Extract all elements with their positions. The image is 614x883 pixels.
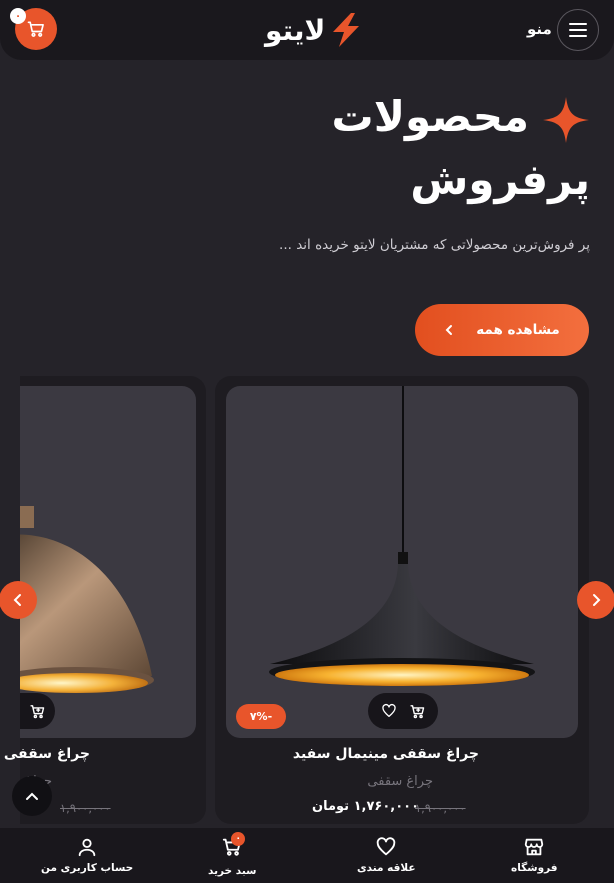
- chevron-right-icon: [593, 594, 601, 606]
- product-old-price: ۱,۹۰۰,۰۰۰: [60, 801, 111, 815]
- store-icon: [525, 838, 544, 856]
- dome-lamp-image: [20, 506, 154, 693]
- cart-icon-wrap: ۰: [221, 832, 246, 861]
- user-icon: [78, 838, 96, 857]
- heart-icon: [377, 837, 396, 856]
- view-all-button[interactable]: مشاهده همه: [415, 304, 589, 356]
- menu-button[interactable]: [557, 9, 599, 51]
- chevron-left-icon: [445, 325, 453, 335]
- chevron-up-icon: [26, 792, 38, 800]
- product-image[interactable]: [226, 386, 578, 738]
- section-title-line1: محصولات: [331, 92, 529, 141]
- cart-count-badge: ۰: [10, 8, 26, 24]
- nav-item-label: سبد خرید: [208, 865, 257, 877]
- sparkle-icon: [543, 97, 589, 143]
- carousel-prev-button[interactable]: [0, 581, 37, 619]
- product-category: چراغ سقفی: [367, 774, 433, 789]
- add-to-cart-icon[interactable]: [409, 703, 426, 720]
- cart-icon: [27, 21, 44, 37]
- nav-item-label: حساب کاربری من: [41, 862, 134, 874]
- add-to-cart-icon[interactable]: [29, 703, 46, 720]
- product-image[interactable]: [20, 386, 196, 738]
- section-subtitle: پر فروش‌ترین محصولاتی که مشتریان لایتو خ…: [279, 237, 590, 253]
- section-title-line2: پرفروش: [410, 155, 590, 204]
- discount-badge: ۷%-: [236, 704, 286, 729]
- product-price: ۱,۷۶۰,۰۰۰ تومان: [312, 799, 420, 814]
- nav-item-account[interactable]: حساب کاربری من: [41, 836, 133, 874]
- nav-item-label: فروشگاه: [511, 862, 558, 874]
- menu-label[interactable]: منو: [527, 20, 552, 38]
- product-actions: [368, 693, 438, 729]
- nav-item-wishlist[interactable]: علاقه مندی: [357, 836, 416, 874]
- hamburger-icon: [569, 23, 587, 37]
- product-actions: [20, 693, 55, 729]
- logo[interactable]: لایتو: [265, 10, 363, 50]
- nav-item-shop[interactable]: فروشگاه: [511, 836, 558, 874]
- logo-text: لایتو: [265, 13, 326, 47]
- pendant-lamp-image: [269, 386, 535, 686]
- view-all-label: مشاهده همه: [476, 322, 560, 338]
- product-name[interactable]: چراغ سقفی مینیمال سفید: [293, 746, 479, 762]
- scroll-to-top-button[interactable]: [12, 776, 52, 816]
- bottom-navigation: فروشگاه علاقه مندی ۰ سبد خرید حساب کاربر…: [0, 828, 614, 883]
- chevron-left-icon: [13, 594, 21, 606]
- product-old-price: ۱,۹۰۰,۰۰۰: [415, 801, 466, 815]
- product-name[interactable]: چراغ سقفی: [4, 746, 90, 762]
- nav-item-label: علاقه مندی: [357, 862, 416, 874]
- carousel-next-button[interactable]: [577, 581, 614, 619]
- top-header: ۰ لایتو منو: [0, 0, 614, 60]
- nav-item-cart[interactable]: ۰ سبد خرید: [208, 832, 257, 877]
- bolt-icon: [333, 13, 360, 47]
- heart-icon[interactable]: [381, 703, 397, 719]
